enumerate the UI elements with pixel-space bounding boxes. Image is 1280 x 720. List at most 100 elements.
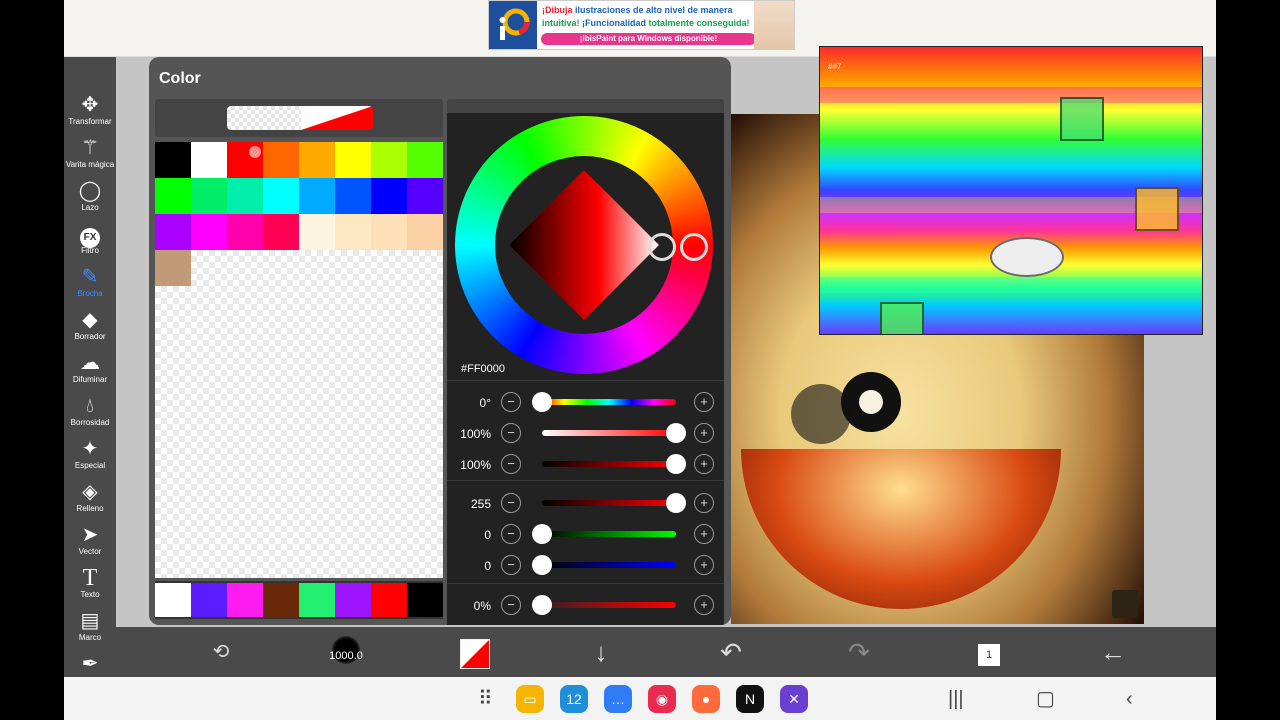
slider-track[interactable] (542, 430, 676, 436)
hue-selector-ring[interactable] (680, 233, 708, 261)
palette-swatch[interactable] (227, 178, 263, 214)
palette-swatch[interactable] (371, 142, 407, 178)
palette-swatch[interactable] (299, 178, 335, 214)
recent-color-swatch[interactable] (299, 583, 335, 617)
minus-button[interactable]: − (501, 524, 521, 544)
color-mode-tab[interactable] (447, 99, 724, 113)
plus-button[interactable]: + (694, 524, 714, 544)
tool-marco[interactable]: ▤ Marco (64, 609, 116, 652)
palette-swatch[interactable] (155, 178, 191, 214)
brush-size-button[interactable]: 1000.0 (329, 636, 363, 664)
tool-difuminar[interactable]: ☁ Difuminar (64, 351, 116, 394)
palette-swatch[interactable] (155, 214, 191, 250)
tool-borrador[interactable]: ◆ Borrador (64, 308, 116, 351)
palette-swatch[interactable] (407, 214, 443, 250)
plus-button[interactable]: + (694, 454, 714, 474)
tool-filtro[interactable]: FX Filtro (64, 222, 116, 265)
slider-knob[interactable] (532, 524, 552, 544)
tool-especial[interactable]: ✦ Especial (64, 437, 116, 480)
redo-icon[interactable]: ↷ (844, 637, 874, 667)
tool-relleno[interactable]: ◈ Relleno (64, 480, 116, 523)
home-nav-icon[interactable]: ▢ (1036, 685, 1055, 713)
recent-color-swatch[interactable] (263, 583, 299, 617)
slider-track[interactable] (542, 562, 676, 568)
down-arrow-icon[interactable]: ↓ (586, 637, 616, 667)
game-launcher-app-icon[interactable]: ✕ (780, 685, 808, 713)
back-arrow-icon[interactable]: ← (1098, 637, 1128, 667)
tool-transformar[interactable]: ✥ Transformar (64, 93, 116, 136)
slider-knob[interactable] (532, 555, 552, 575)
plus-button[interactable]: + (694, 392, 714, 412)
tool-vector[interactable]: ➤ Vector (64, 523, 116, 566)
palette-swatch[interactable] (371, 214, 407, 250)
plus-button[interactable]: + (694, 493, 714, 513)
recent-color-swatch[interactable] (335, 583, 371, 617)
minus-button[interactable]: − (501, 392, 521, 412)
palette-swatch[interactable] (155, 250, 191, 286)
minus-button[interactable]: − (501, 454, 521, 474)
contacts-app-icon[interactable]: ● (692, 685, 720, 713)
palette-swatch[interactable] (335, 214, 371, 250)
plus-button[interactable]: + (694, 555, 714, 575)
palette-swatch[interactable] (407, 178, 443, 214)
netflix-app-icon[interactable]: N (736, 685, 764, 713)
slider-track[interactable] (542, 500, 676, 506)
recent-color-swatch[interactable] (155, 583, 191, 617)
palette-swatch[interactable] (191, 214, 227, 250)
slider-track[interactable] (542, 602, 676, 608)
recent-color-swatch[interactable] (227, 583, 263, 617)
undo-icon[interactable]: ↶ (716, 637, 746, 667)
previous-color-swatch[interactable] (227, 106, 301, 130)
plus-button[interactable]: + (694, 423, 714, 443)
recent-color-swatch[interactable] (407, 583, 443, 617)
tool-lazo[interactable]: ◯ Lazo (64, 179, 116, 222)
tool-brocha[interactable]: ✎ Brocha (64, 265, 116, 308)
palette-swatch[interactable] (407, 142, 443, 178)
palette-swatch[interactable] (299, 214, 335, 250)
color-palette[interactable] (155, 142, 443, 578)
recents-nav-icon[interactable]: ||| (948, 685, 964, 713)
camera-app-icon[interactable]: ◉ (648, 685, 676, 713)
palette-swatch[interactable] (299, 142, 335, 178)
app-drawer-icon[interactable]: ⠿ (478, 685, 493, 713)
slider-knob[interactable] (666, 454, 686, 474)
palette-swatch[interactable] (335, 142, 371, 178)
palette-swatch[interactable] (263, 142, 299, 178)
palette-swatch[interactable] (335, 178, 371, 214)
recent-color-swatch[interactable] (191, 583, 227, 617)
slider-track[interactable] (542, 399, 676, 405)
minus-button[interactable]: − (501, 555, 521, 575)
layers-icon[interactable]: 1 (974, 637, 1004, 667)
hue-wheel[interactable] (455, 116, 713, 374)
tool-borrosidad[interactable]: 💧︎ Borrosidad (64, 394, 116, 437)
palette-swatch[interactable] (263, 178, 299, 214)
sb-selector-ring[interactable] (648, 233, 676, 261)
palette-swatch[interactable] (191, 178, 227, 214)
saturation-brightness-diamond[interactable] (509, 170, 659, 320)
minus-button[interactable]: − (501, 493, 521, 513)
swap-tool-icon[interactable]: ⟲ (206, 637, 236, 667)
calendar-app-icon[interactable]: 12 (560, 685, 588, 713)
slider-knob[interactable] (532, 392, 552, 412)
palette-swatch[interactable] (191, 142, 227, 178)
minus-button[interactable]: − (501, 595, 521, 615)
overlay-video[interactable]: ##7 (819, 46, 1203, 335)
slider-knob[interactable] (666, 423, 686, 443)
palette-swatch[interactable] (263, 214, 299, 250)
back-nav-icon[interactable]: ‹ (1126, 685, 1133, 713)
ad-banner[interactable]: ¡Dibuja ilustraciones de alto nivel de m… (488, 0, 795, 50)
palette-swatch[interactable] (371, 178, 407, 214)
slider-knob[interactable] (666, 493, 686, 513)
tool-varita-magica[interactable]: ⚚ Varita mágica (64, 136, 116, 179)
slider-knob[interactable] (532, 595, 552, 615)
recent-color-swatch[interactable] (371, 583, 407, 617)
current-color-swatch[interactable] (301, 106, 373, 130)
palette-swatch[interactable] (227, 214, 263, 250)
tool-eyedropper[interactable]: ✒ (64, 652, 116, 677)
color-button[interactable] (460, 639, 490, 669)
slider-track[interactable] (542, 461, 676, 467)
palette-swatch[interactable] (155, 142, 191, 178)
minus-button[interactable]: − (501, 423, 521, 443)
plus-button[interactable]: + (694, 595, 714, 615)
tool-texto[interactable]: T Texto (64, 566, 116, 609)
